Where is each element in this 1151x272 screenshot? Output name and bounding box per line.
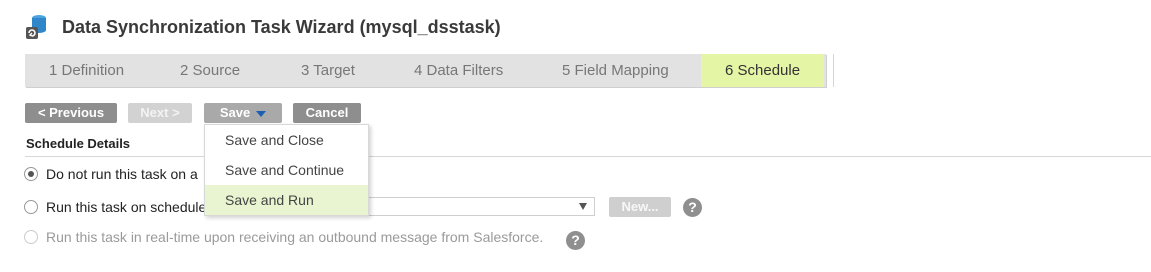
- save-button[interactable]: Save: [204, 103, 282, 123]
- divider: [25, 156, 1151, 157]
- previous-button[interactable]: < Previous: [25, 103, 117, 123]
- chevron-down-icon: [256, 110, 267, 117]
- wizard-header: Data Synchronization Task Wizard (mysql_…: [24, 12, 501, 42]
- dropdown-arrow-icon: [579, 203, 587, 210]
- step-data-filters[interactable]: 4 Data Filters: [414, 54, 503, 87]
- menu-item-save-and-run[interactable]: Save and Run: [205, 185, 368, 215]
- save-menu: Save and Close Save and Continue Save an…: [204, 124, 369, 216]
- step-source[interactable]: 2 Source: [180, 54, 240, 87]
- help-icon[interactable]: ?: [566, 231, 585, 250]
- radio-no-schedule[interactable]: [24, 167, 38, 181]
- step-schedule[interactable]: 6 Schedule: [701, 54, 825, 87]
- page-title: Data Synchronization Task Wizard (mysql_…: [62, 16, 501, 37]
- cancel-button[interactable]: Cancel: [293, 103, 361, 123]
- wizard-steps: 1 Definition 2 Source 3 Target 4 Data Fi…: [25, 54, 826, 87]
- radio-no-schedule-label: Do not run this task on a: [46, 166, 198, 182]
- next-button[interactable]: Next >: [128, 103, 192, 123]
- save-label: Save: [219, 105, 251, 120]
- radio-on-schedule-label: Run this task on schedule: [46, 199, 207, 215]
- menu-item-save-and-continue[interactable]: Save and Continue: [205, 155, 368, 185]
- radio-realtime: [24, 230, 38, 244]
- radio-realtime-row: Run this task in real-time upon receivin…: [24, 229, 543, 245]
- radio-on-schedule[interactable]: [24, 200, 38, 214]
- radio-no-schedule-row[interactable]: Do not run this task on a: [24, 166, 198, 182]
- step-definition[interactable]: 1 Definition: [49, 54, 124, 87]
- radio-on-schedule-row[interactable]: Run this task on schedule: [24, 199, 206, 215]
- radio-realtime-label: Run this task in real-time upon receivin…: [46, 229, 544, 245]
- step-field-mapping[interactable]: 5 Field Mapping: [562, 54, 669, 87]
- new-schedule-button[interactable]: New...: [609, 197, 671, 217]
- steps-divider: [833, 54, 834, 87]
- database-sync-icon: [24, 13, 50, 41]
- step-target[interactable]: 3 Target: [301, 54, 355, 87]
- menu-item-save-and-close[interactable]: Save and Close: [205, 125, 368, 155]
- section-title: Schedule Details: [26, 136, 131, 151]
- help-icon[interactable]: ?: [683, 198, 702, 217]
